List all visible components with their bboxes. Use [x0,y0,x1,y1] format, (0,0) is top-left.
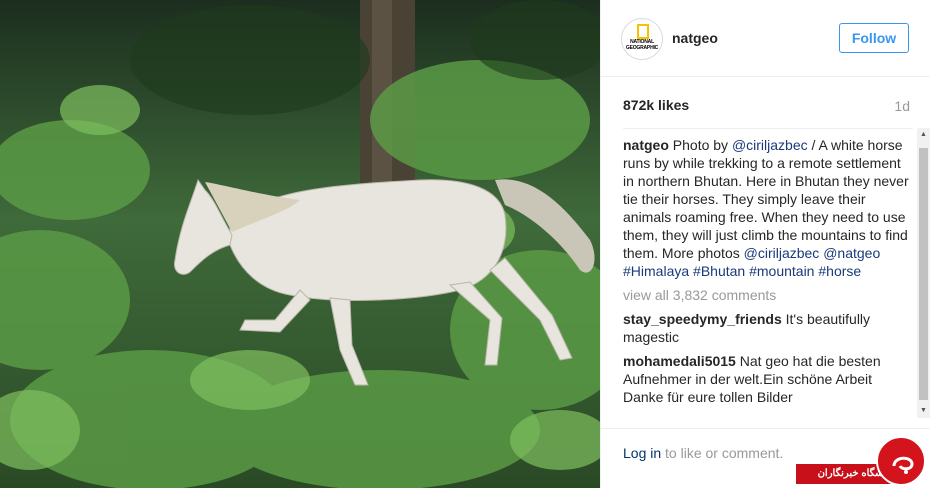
login-link[interactable]: Log in [623,445,661,461]
view-all-comments-link[interactable]: view all 3,832 comments [623,286,913,304]
comment-username[interactable]: stay_speedymy_friends [623,311,782,327]
hashtag-link[interactable]: #Himalaya [623,263,689,279]
hashtag-link[interactable]: #mountain [749,263,814,279]
mention-link[interactable]: @natgeo [823,245,880,261]
login-prompt-text: to like or comment. [661,445,784,461]
scrollbar-thumb[interactable] [919,148,928,400]
caption-text: Photo by [672,137,732,153]
avatar-text: NATIONAL GEOGRAPHIC [625,39,659,51]
post-panel: NATIONAL GEOGRAPHIC natgeo Follow 872k l… [601,0,930,488]
scroll-up-icon[interactable]: ▲ [917,128,930,142]
username[interactable]: natgeo [672,30,718,46]
scroll-down-icon[interactable]: ▼ [917,404,930,418]
hashtag-link[interactable]: #horse [818,263,861,279]
comment-username[interactable]: mohamedali5015 [623,353,736,369]
login-prompt: Log in to like or comment. [623,445,783,461]
follow-button[interactable]: Follow [839,23,909,53]
avatar[interactable]: NATIONAL GEOGRAPHIC [621,18,663,60]
comments-scrollbar[interactable]: ▲ ▼ [917,128,930,418]
post-header: NATIONAL GEOGRAPHIC natgeo Follow [601,0,930,77]
watermark-logo-icon [876,436,926,486]
comment-item: mohamedali5015 Nat geo hat die besten Au… [623,352,913,406]
caption-text: / A white horse runs by while trekking t… [623,137,909,261]
caption: natgeo Photo by @ciriljazbec / A white h… [623,136,913,280]
post-age[interactable]: 1d [894,98,910,114]
hashtag-link[interactable]: #Bhutan [693,263,745,279]
natgeo-logo-icon [637,24,649,39]
post-photo[interactable] [0,0,600,488]
caption-username[interactable]: natgeo [623,137,669,153]
mention-link[interactable]: @ciriljazbec [744,245,820,261]
comment-item: stay_speedymy_friends It's beautifully m… [623,310,913,346]
likes-count[interactable]: 872k likes [623,97,689,113]
mention-link[interactable]: @ciriljazbec [732,137,808,153]
watermark: باشگاه خبرنگاران [796,436,930,488]
comments-list: natgeo Photo by @ciriljazbec / A white h… [623,128,913,418]
horse-forest-image [0,0,600,488]
